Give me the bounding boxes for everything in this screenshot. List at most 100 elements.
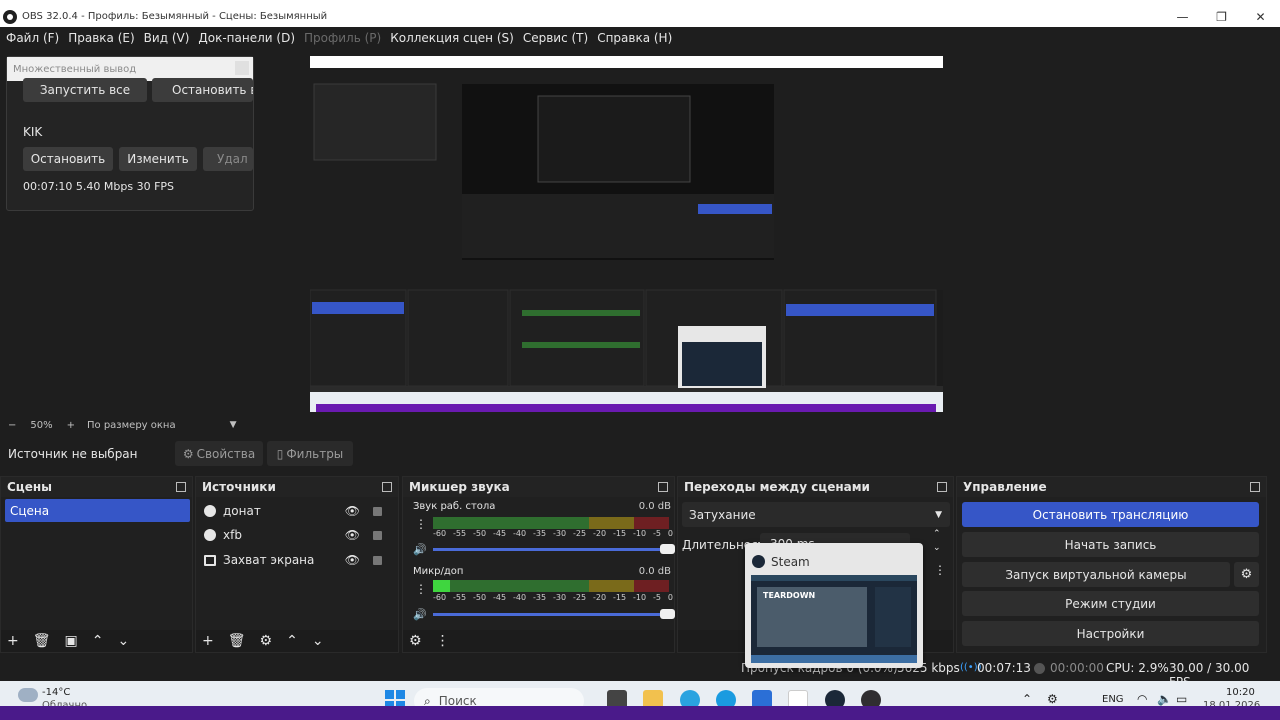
preview-canvas[interactable]: [310, 56, 943, 412]
eye-icon[interactable]: 👁: [345, 553, 360, 567]
filters-button[interactable]: ▯ Фильтры: [267, 441, 353, 466]
undock-icon[interactable]: [658, 482, 668, 492]
add-icon[interactable]: +: [202, 633, 214, 649]
menu-tools[interactable]: Сервис (T): [523, 31, 588, 45]
volume-slider[interactable]: 🔊: [413, 543, 675, 556]
lock-icon[interactable]: [373, 506, 382, 516]
filter-icon[interactable]: ▣: [65, 633, 78, 649]
menu-docks[interactable]: Док-панели (D): [198, 31, 295, 45]
volume-track[interactable]: [433, 613, 675, 616]
steam-popup[interactable]: Steam TEARDOWN: [745, 543, 923, 668]
chevron-down-icon: ▼: [935, 509, 942, 520]
volume-knob[interactable]: [660, 609, 675, 619]
menu-file[interactable]: Файл (F): [6, 31, 59, 45]
eye-icon[interactable]: 👁: [345, 504, 360, 518]
volume-track[interactable]: [433, 548, 675, 551]
source-row[interactable]: донат 👁: [200, 500, 390, 522]
nested-meter-1: [522, 310, 640, 316]
advanced-audio-icon[interactable]: ⚙: [409, 633, 422, 649]
zoom-out-button[interactable]: −: [8, 420, 16, 431]
source-row[interactable]: xfb 👁: [200, 524, 390, 546]
sources-title-label: Источники: [202, 480, 276, 494]
properties-button[interactable]: ⚙ Свойства: [175, 441, 263, 466]
cpu-usage: CPU: 2.9%: [1106, 661, 1169, 675]
level-meter: [433, 517, 669, 529]
chevron-down-icon[interactable]: ⌄: [933, 543, 941, 553]
menu-scene-collection[interactable]: Коллекция сцен (S): [390, 31, 514, 45]
battery-icon[interactable]: ▭: [1176, 692, 1187, 706]
start-virtual-camera-button[interactable]: Запуск виртуальной камеры: [962, 562, 1230, 587]
weather-temp[interactable]: -14°C: [42, 687, 70, 698]
no-source-label: Источник не выбран: [8, 446, 138, 461]
chevron-down-icon[interactable]: ▼: [230, 420, 237, 430]
settings-button[interactable]: Настройки: [962, 621, 1259, 646]
studio-mode-button[interactable]: Режим студии: [962, 591, 1259, 616]
move-up-icon[interactable]: ⌃: [286, 633, 298, 649]
language-indicator[interactable]: ENG: [1102, 694, 1124, 705]
trash-icon[interactable]: 🗑: [33, 633, 51, 649]
clock-time[interactable]: 10:20: [1226, 687, 1255, 698]
volume-slider[interactable]: 🔊: [413, 608, 675, 621]
chevron-up-icon[interactable]: ⌃: [933, 529, 941, 539]
undock-icon[interactable]: [937, 482, 947, 492]
nested-steam-thumb: [682, 342, 762, 386]
meter-green-zone: [433, 517, 589, 529]
source-name: xfb: [223, 528, 242, 542]
zoom-fit-select[interactable]: По размеру окна: [87, 420, 176, 431]
menu-help[interactable]: Справка (H): [597, 31, 672, 45]
nested-meter-2: [522, 342, 640, 348]
target-edit-button[interactable]: Изменить: [119, 147, 197, 171]
nested-controls-primary: [786, 304, 934, 316]
start-recording-button[interactable]: Начать запись: [962, 532, 1259, 557]
track-menu-icon[interactable]: ⋮: [415, 582, 427, 596]
nested-docks: [462, 194, 774, 258]
scale-tick: -50: [473, 593, 487, 602]
stop-all-button[interactable]: Остановить в: [152, 78, 253, 102]
undock-icon[interactable]: [1250, 482, 1260, 492]
more-options-icon[interactable]: ⋮: [436, 633, 450, 649]
speaker-icon[interactable]: 🔊: [413, 608, 427, 621]
move-down-icon[interactable]: ⌄: [312, 633, 324, 649]
track-menu-icon[interactable]: ⋮: [415, 517, 427, 531]
volume-icon[interactable]: 🔈: [1157, 692, 1172, 706]
more-options-icon[interactable]: ⋮: [934, 563, 946, 577]
volume-knob[interactable]: [660, 544, 675, 554]
scale-tick: -60: [433, 593, 447, 602]
gear-icon[interactable]: ⚙: [260, 633, 273, 649]
scene-item[interactable]: Сцена: [5, 499, 190, 522]
zoom-in-button[interactable]: +: [67, 420, 75, 431]
lock-icon[interactable]: [373, 555, 382, 565]
start-tile: [385, 690, 394, 699]
record-icon: [1034, 663, 1045, 674]
menu-profile[interactable]: Профиль (P): [304, 31, 381, 45]
move-down-icon[interactable]: ⌄: [117, 633, 129, 649]
menu-edit[interactable]: Правка (E): [68, 31, 134, 45]
zoom-value: 50%: [30, 419, 53, 431]
weather-icon[interactable]: [18, 688, 38, 702]
steam-window-thumbnail[interactable]: TEARDOWN: [751, 575, 917, 663]
sources-toolbar: + 🗑 ⚙ ⌃ ⌄: [196, 630, 398, 652]
lock-icon[interactable]: [373, 530, 382, 540]
target-delete-button[interactable]: Удал: [203, 147, 253, 171]
eye-icon[interactable]: 👁: [345, 528, 360, 542]
tray-icon[interactable]: ⚙: [1047, 692, 1058, 706]
target-stop-button[interactable]: Остановить: [23, 147, 113, 171]
preview-scrollbar[interactable]: [1267, 49, 1280, 415]
trash-icon[interactable]: 🗑: [228, 633, 246, 649]
move-up-icon[interactable]: ⌃: [92, 633, 104, 649]
chevron-up-icon[interactable]: ⌃: [1022, 692, 1032, 706]
source-row[interactable]: Захват экрана 👁: [200, 549, 390, 571]
undock-icon[interactable]: [176, 482, 186, 492]
multiple-output-close-button[interactable]: [235, 61, 249, 75]
scale-tick: -20: [593, 529, 607, 538]
menu-view[interactable]: Вид (V): [144, 31, 190, 45]
scale-tick: -5: [653, 593, 661, 602]
wifi-icon[interactable]: ◠: [1137, 692, 1147, 706]
stop-streaming-button[interactable]: Остановить трансляцию: [962, 502, 1259, 527]
speaker-icon[interactable]: 🔊: [413, 543, 427, 556]
undock-icon[interactable]: [382, 482, 392, 492]
add-icon[interactable]: +: [7, 633, 19, 649]
start-all-button[interactable]: Запустить все: [23, 78, 147, 102]
transition-select[interactable]: Затухание ▼: [682, 502, 950, 527]
virtual-camera-settings-button[interactable]: ⚙: [1234, 562, 1259, 587]
